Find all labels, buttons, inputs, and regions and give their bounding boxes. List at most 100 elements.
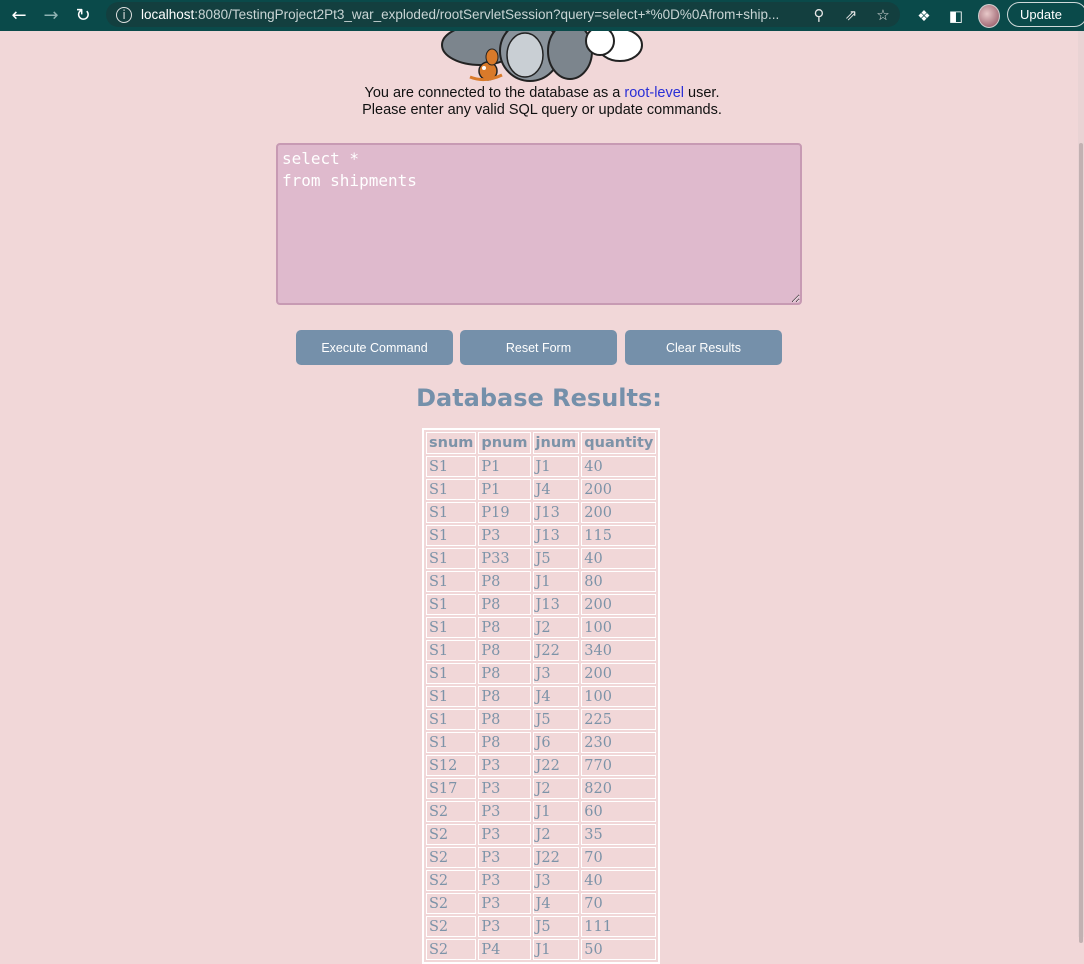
- address-bar[interactable]: i localhost:8080/TestingProject2Pt3_war_…: [106, 2, 900, 27]
- table-cell: J4: [532, 479, 580, 500]
- table-cell: P1: [478, 456, 531, 477]
- table-cell: S2: [426, 939, 477, 960]
- results-title: Database Results:: [416, 384, 662, 412]
- table-cell: 200: [581, 663, 657, 684]
- table-cell: J3: [532, 870, 580, 891]
- table-cell: J6: [532, 732, 580, 753]
- table-cell: S1: [426, 502, 477, 523]
- table-cell: J5: [532, 548, 580, 569]
- table-row: S1 P8 J13 200: [426, 594, 657, 615]
- table-cell: P4: [478, 939, 531, 960]
- table-cell: P8: [478, 617, 531, 638]
- scrollbar-thumb[interactable]: [1079, 143, 1083, 943]
- role-label: root-level: [624, 85, 685, 101]
- back-arrow-icon[interactable]: ←: [6, 3, 32, 29]
- table-cell: P8: [478, 709, 531, 730]
- table-cell: J5: [532, 916, 580, 937]
- table-cell: S12: [426, 755, 477, 776]
- table-row: S1 P8 J4 100: [426, 686, 657, 707]
- table-cell: P8: [478, 640, 531, 661]
- connection-info: You are connected to the database as a r…: [0, 85, 1084, 101]
- results-table: snum pnum jnum quantity S1 P1 J1 40 S1 P1 J4 20…: [422, 428, 661, 964]
- site-info-icon[interactable]: i: [116, 6, 132, 23]
- reset-form-button[interactable]: Reset Form: [460, 330, 617, 365]
- table-row: S2 P3 J22 70: [426, 847, 657, 868]
- sql-query-textarea[interactable]: select * from shipments: [276, 143, 802, 305]
- table-cell: 70: [581, 847, 657, 868]
- table-cell: S1: [426, 640, 477, 661]
- page-scrollbar[interactable]: [1078, 31, 1084, 943]
- table-cell: 35: [581, 824, 657, 845]
- table-row: S1 P8 J5 225: [426, 709, 657, 730]
- connection-text-end: user.: [684, 85, 720, 101]
- table-cell: P8: [478, 686, 531, 707]
- table-cell: 70: [581, 893, 657, 914]
- table-cell: P3: [478, 870, 531, 891]
- table-cell: 40: [581, 456, 657, 477]
- table-cell: J1: [532, 456, 580, 477]
- table-cell: J4: [532, 686, 580, 707]
- url-path: :8080/TestingProject2Pt3_war_exploded/ro…: [194, 7, 780, 22]
- table-cell: S2: [426, 893, 477, 914]
- table-cell: S1: [426, 548, 477, 569]
- table-cell: J1: [532, 939, 580, 960]
- table-cell: J13: [532, 525, 580, 546]
- share-icon[interactable]: ⇗: [842, 6, 860, 24]
- table-cell: P33: [478, 548, 531, 569]
- table-cell: 340: [581, 640, 657, 661]
- table-row: S1 P1 J4 200: [426, 479, 657, 500]
- table-header-row: snum pnum jnum quantity: [426, 432, 657, 454]
- table-cell: 100: [581, 617, 657, 638]
- clear-results-button[interactable]: Clear Results: [625, 330, 782, 365]
- table-cell: J22: [532, 755, 580, 776]
- update-button[interactable]: Update: [1007, 2, 1084, 27]
- table-cell: 40: [581, 548, 657, 569]
- instructions: Please enter any valid SQL query or upda…: [362, 102, 722, 118]
- extensions-puzzle-icon[interactable]: ❖: [914, 7, 934, 25]
- table-cell: P1: [478, 479, 531, 500]
- profile-avatar[interactable]: [978, 4, 1000, 28]
- results-body: S1 P1 J1 40 S1 P1 J4 200 S1 P19 J13 200 S1 P3 J13 115 S1…: [426, 456, 657, 960]
- table-cell: S2: [426, 916, 477, 937]
- table-cell: P3: [478, 916, 531, 937]
- table-cell: P8: [478, 594, 531, 615]
- cartoon-illustration: [441, 31, 643, 82]
- table-cell: S1: [426, 709, 477, 730]
- zoom-icon[interactable]: ⚲: [810, 6, 828, 24]
- side-panel-icon[interactable]: ◧: [946, 7, 966, 25]
- table-row: S2 P3 J4 70: [426, 893, 657, 914]
- forward-arrow-icon[interactable]: →: [38, 3, 64, 29]
- table-cell: J13: [532, 502, 580, 523]
- table-cell: J2: [532, 617, 580, 638]
- table-cell: P3: [478, 755, 531, 776]
- table-cell: P8: [478, 571, 531, 592]
- reload-icon[interactable]: ↻: [70, 3, 96, 29]
- table-row: S1 P8 J2 100: [426, 617, 657, 638]
- table-cell: 200: [581, 502, 657, 523]
- execute-command-button[interactable]: Execute Command: [296, 330, 453, 365]
- table-cell: P3: [478, 778, 531, 799]
- table-cell: J22: [532, 640, 580, 661]
- column-header: jnum: [532, 432, 580, 454]
- table-cell: J1: [532, 571, 580, 592]
- table-cell: P3: [478, 893, 531, 914]
- url-text[interactable]: localhost:8080/TestingProject2Pt3_war_ex…: [141, 7, 801, 22]
- table-cell: J5: [532, 709, 580, 730]
- table-cell: J13: [532, 594, 580, 615]
- table-cell: S2: [426, 801, 477, 822]
- table-row: S1 P8 J3 200: [426, 663, 657, 684]
- table-row: S2 P3 J2 35: [426, 824, 657, 845]
- table-row: S17 P3 J2 820: [426, 778, 657, 799]
- table-cell: 200: [581, 594, 657, 615]
- table-row: S1 P1 J1 40: [426, 456, 657, 477]
- bookmark-star-icon[interactable]: ☆: [874, 6, 892, 24]
- table-row: S2 P3 J5 111: [426, 916, 657, 937]
- table-cell: 60: [581, 801, 657, 822]
- table-cell: J2: [532, 824, 580, 845]
- table-cell: S1: [426, 617, 477, 638]
- table-row: S1 P19 J13 200: [426, 502, 657, 523]
- table-cell: J2: [532, 778, 580, 799]
- table-cell: S2: [426, 824, 477, 845]
- table-cell: S1: [426, 732, 477, 753]
- table-cell: 115: [581, 525, 657, 546]
